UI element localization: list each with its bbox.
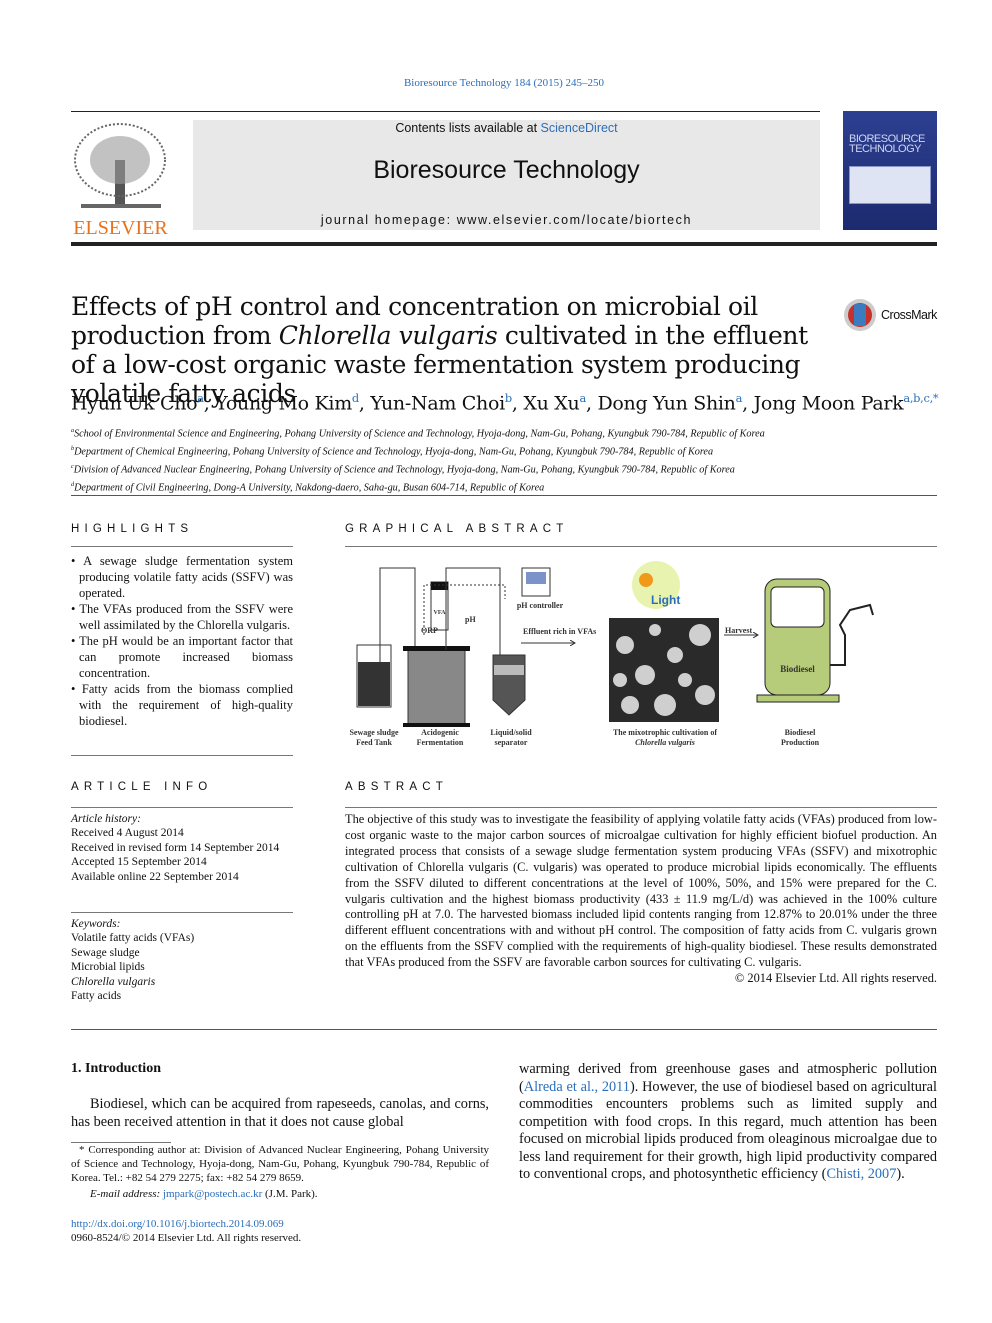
journal-cover: BIORESOURCE TECHNOLOGY [843, 111, 937, 230]
biodiesel-label: Biodiesel [780, 664, 815, 674]
introduction-para-2: warming derived from greenhouse gases an… [519, 1061, 937, 1182]
journal-homepage[interactable]: journal homepage: www.elsevier.com/locat… [193, 213, 820, 227]
history-item: Received in revised form 14 September 20… [71, 841, 280, 854]
email-line: E-mail address: jmpark@postech.ac.kr (J.… [90, 1188, 318, 1200]
doi-link[interactable]: http://dx.doi.org/10.1016/j.biortech.201… [71, 1217, 284, 1231]
author-affiliation-marker[interactable]: b [505, 391, 512, 405]
author[interactable]: Young Mo Kim [215, 392, 352, 414]
journal-reference[interactable]: Bioresource Technology 184 (2015) 245–25… [0, 77, 992, 89]
production-label: Biodiesel Production [780, 728, 820, 747]
divider [71, 912, 293, 913]
keywords: Keywords: Volatile fatty acids (VFAs) Se… [71, 917, 293, 1003]
author-affiliation-marker[interactable]: a,b,c,* [903, 391, 938, 405]
abstract-copyright: © 2014 Elsevier Ltd. All rights reserved… [734, 971, 937, 986]
ph-controller-label: pH controller [516, 601, 564, 610]
crossmark-button[interactable]: CrossMark [843, 298, 937, 332]
highlights-list: A sewage sludge fermentation system prod… [71, 553, 293, 729]
fermentation-label: Acidogenic Fermentation [416, 728, 464, 747]
history-label: Article history: [71, 813, 141, 825]
abstract-body: The objective of this study was to inves… [345, 812, 937, 987]
keyword: Fatty acids [71, 990, 122, 1003]
introduction-heading: 1. Introduction [71, 1061, 161, 1076]
divider [71, 807, 293, 808]
harvest-label: Harvest [725, 626, 753, 635]
elsevier-wordmark: ELSEVIER [73, 217, 168, 239]
divider [71, 755, 293, 756]
ph-label: pH [465, 615, 476, 624]
author-affiliation-marker[interactable]: a [197, 391, 204, 405]
contents-prefix: Contents lists available at [395, 121, 541, 135]
header-rule [71, 111, 820, 112]
highlight-item: A sewage sludge fermentation system prod… [71, 553, 293, 601]
keywords-label: Keywords: [71, 918, 121, 930]
author-list: Hyun Uk Choa, Young Mo Kimd, Yun-Nam Cho… [71, 391, 939, 415]
graphical-abstract-figure: Sewage sludge Feed Tank Acidogenic Ferme… [345, 555, 937, 755]
divider [345, 546, 937, 547]
citation-link[interactable]: Alreda et al., 2011 [524, 1079, 630, 1095]
keyword: Chlorella vulgaris [71, 975, 156, 988]
affiliation: cDivision of Advanced Nuclear Engineerin… [71, 463, 735, 476]
corresponding-author-note: * Corresponding author at: Division of A… [71, 1144, 490, 1184]
affiliation: dDepartment of Civil Engineering, Dong-A… [71, 481, 545, 494]
thick-rule [71, 242, 937, 246]
elsevier-logo: ELSEVIER [71, 120, 170, 239]
author[interactable]: Dong Yun Shin [597, 392, 735, 414]
history-item: Available online 22 September 2014 [71, 870, 239, 883]
affiliation: aSchool of Environmental Science and Eng… [71, 428, 765, 440]
history-item: Received 4 August 2014 [71, 827, 184, 840]
orp-label: ORP [421, 626, 438, 635]
introduction-para-1: Biodiesel, which can be acquired from ra… [71, 1096, 489, 1130]
highlight-item: The VFAs produced from the SSFV were wel… [71, 601, 293, 633]
article-history: Article history: Received 4 August 2014 … [71, 812, 293, 884]
highlights-heading: HIGHLIGHTS [71, 523, 194, 535]
vfa-label: VFA [433, 610, 446, 616]
separator-label: Liquid/solid separator [490, 728, 532, 747]
divider [71, 546, 293, 547]
divider [71, 1029, 937, 1030]
divider [345, 807, 937, 808]
effluent-label: Effluent rich in VFAs [523, 627, 597, 636]
sciencedirect-link[interactable]: ScienceDirect [541, 121, 618, 135]
history-item: Accepted 15 September 2014 [71, 856, 207, 869]
author[interactable]: Xu Xu [523, 392, 579, 414]
author[interactable]: Hyun Uk Cho [71, 392, 198, 414]
keyword: Volatile fatty acids (VFAs) [71, 932, 195, 945]
author[interactable]: Jong Moon Park [754, 392, 904, 414]
author-affiliation-marker[interactable]: d [352, 391, 359, 405]
abstract-heading: ABSTRACT [345, 781, 448, 793]
crossmark-icon [844, 299, 876, 331]
contents-line: Contents lists available at ScienceDirec… [193, 121, 820, 135]
issn-line: 0960-8524/© 2014 Elsevier Ltd. All right… [71, 1232, 302, 1244]
citation-link[interactable]: Chisti, 2007 [826, 1166, 896, 1182]
highlight-item: Fatty acids from the biomass complied wi… [71, 681, 293, 729]
cover-title: BIORESOURCE TECHNOLOGY [849, 133, 925, 155]
keyword: Sewage sludge [71, 946, 140, 959]
email-link[interactable]: jmpark@postech.ac.kr [163, 1188, 262, 1200]
abstract-text: The objective of this study was to inves… [345, 812, 937, 970]
article-info-heading: ARTICLE INFO [71, 781, 213, 793]
keyword: Microbial lipids [71, 961, 145, 974]
process-diagram [356, 561, 874, 727]
fermenter [407, 648, 466, 726]
highlight-item: The pH would be an important factor that… [71, 633, 293, 681]
author-affiliation-marker[interactable]: a [579, 391, 586, 405]
cultivation-label: The mixotrophic cultivation of Chlorella … [612, 728, 718, 747]
feed-tank-label: Sewage sludge Feed Tank [349, 728, 399, 747]
journal-title: Bioresource Technology [373, 156, 640, 184]
crossmark-label: CrossMark [881, 308, 937, 322]
cover-image [849, 166, 931, 204]
author-affiliation-marker[interactable]: a [736, 391, 743, 405]
graphical-abstract-heading: GRAPHICAL ABSTRACT [345, 523, 569, 535]
affiliation: bDepartment of Chemical Engineering, Poh… [71, 445, 714, 458]
light-label: Light [651, 593, 681, 607]
affiliations: aSchool of Environmental Science and Eng… [71, 424, 951, 496]
author[interactable]: Yun-Nam Choi [370, 392, 505, 414]
divider [71, 495, 937, 496]
